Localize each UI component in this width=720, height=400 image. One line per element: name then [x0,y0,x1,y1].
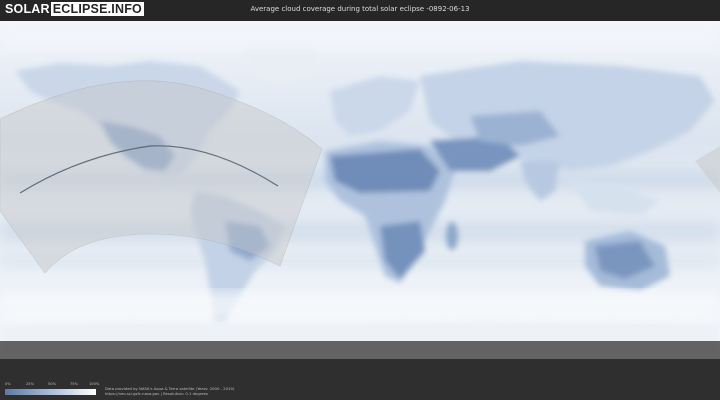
madagascar [446,222,458,250]
sahara-clear [330,149,440,193]
cloud-coverage-map [0,21,720,359]
legend-tick: 75% [70,382,78,386]
data-source-link[interactable]: https://neo.sci.gsfc.nasa.gov | Resoluti… [105,391,208,396]
legend-tick: 25% [26,382,34,386]
southern-ocean-cloud [0,291,720,321]
page-title: Average cloud coverage during total sola… [250,5,470,13]
legend-tick: 100% [89,382,100,386]
cloud-coverage-legend [5,389,96,395]
legend-tick-labels: 0% 25% 50% 75% 100% [5,382,100,388]
legend-tick: 50% [48,382,56,386]
legend-tick: 0% [5,382,11,386]
no-data-band [0,341,720,359]
header-bar: SOLAR ECLIPSE.INFO Average cloud coverage… [0,0,720,21]
arctic-cloud [0,21,720,51]
